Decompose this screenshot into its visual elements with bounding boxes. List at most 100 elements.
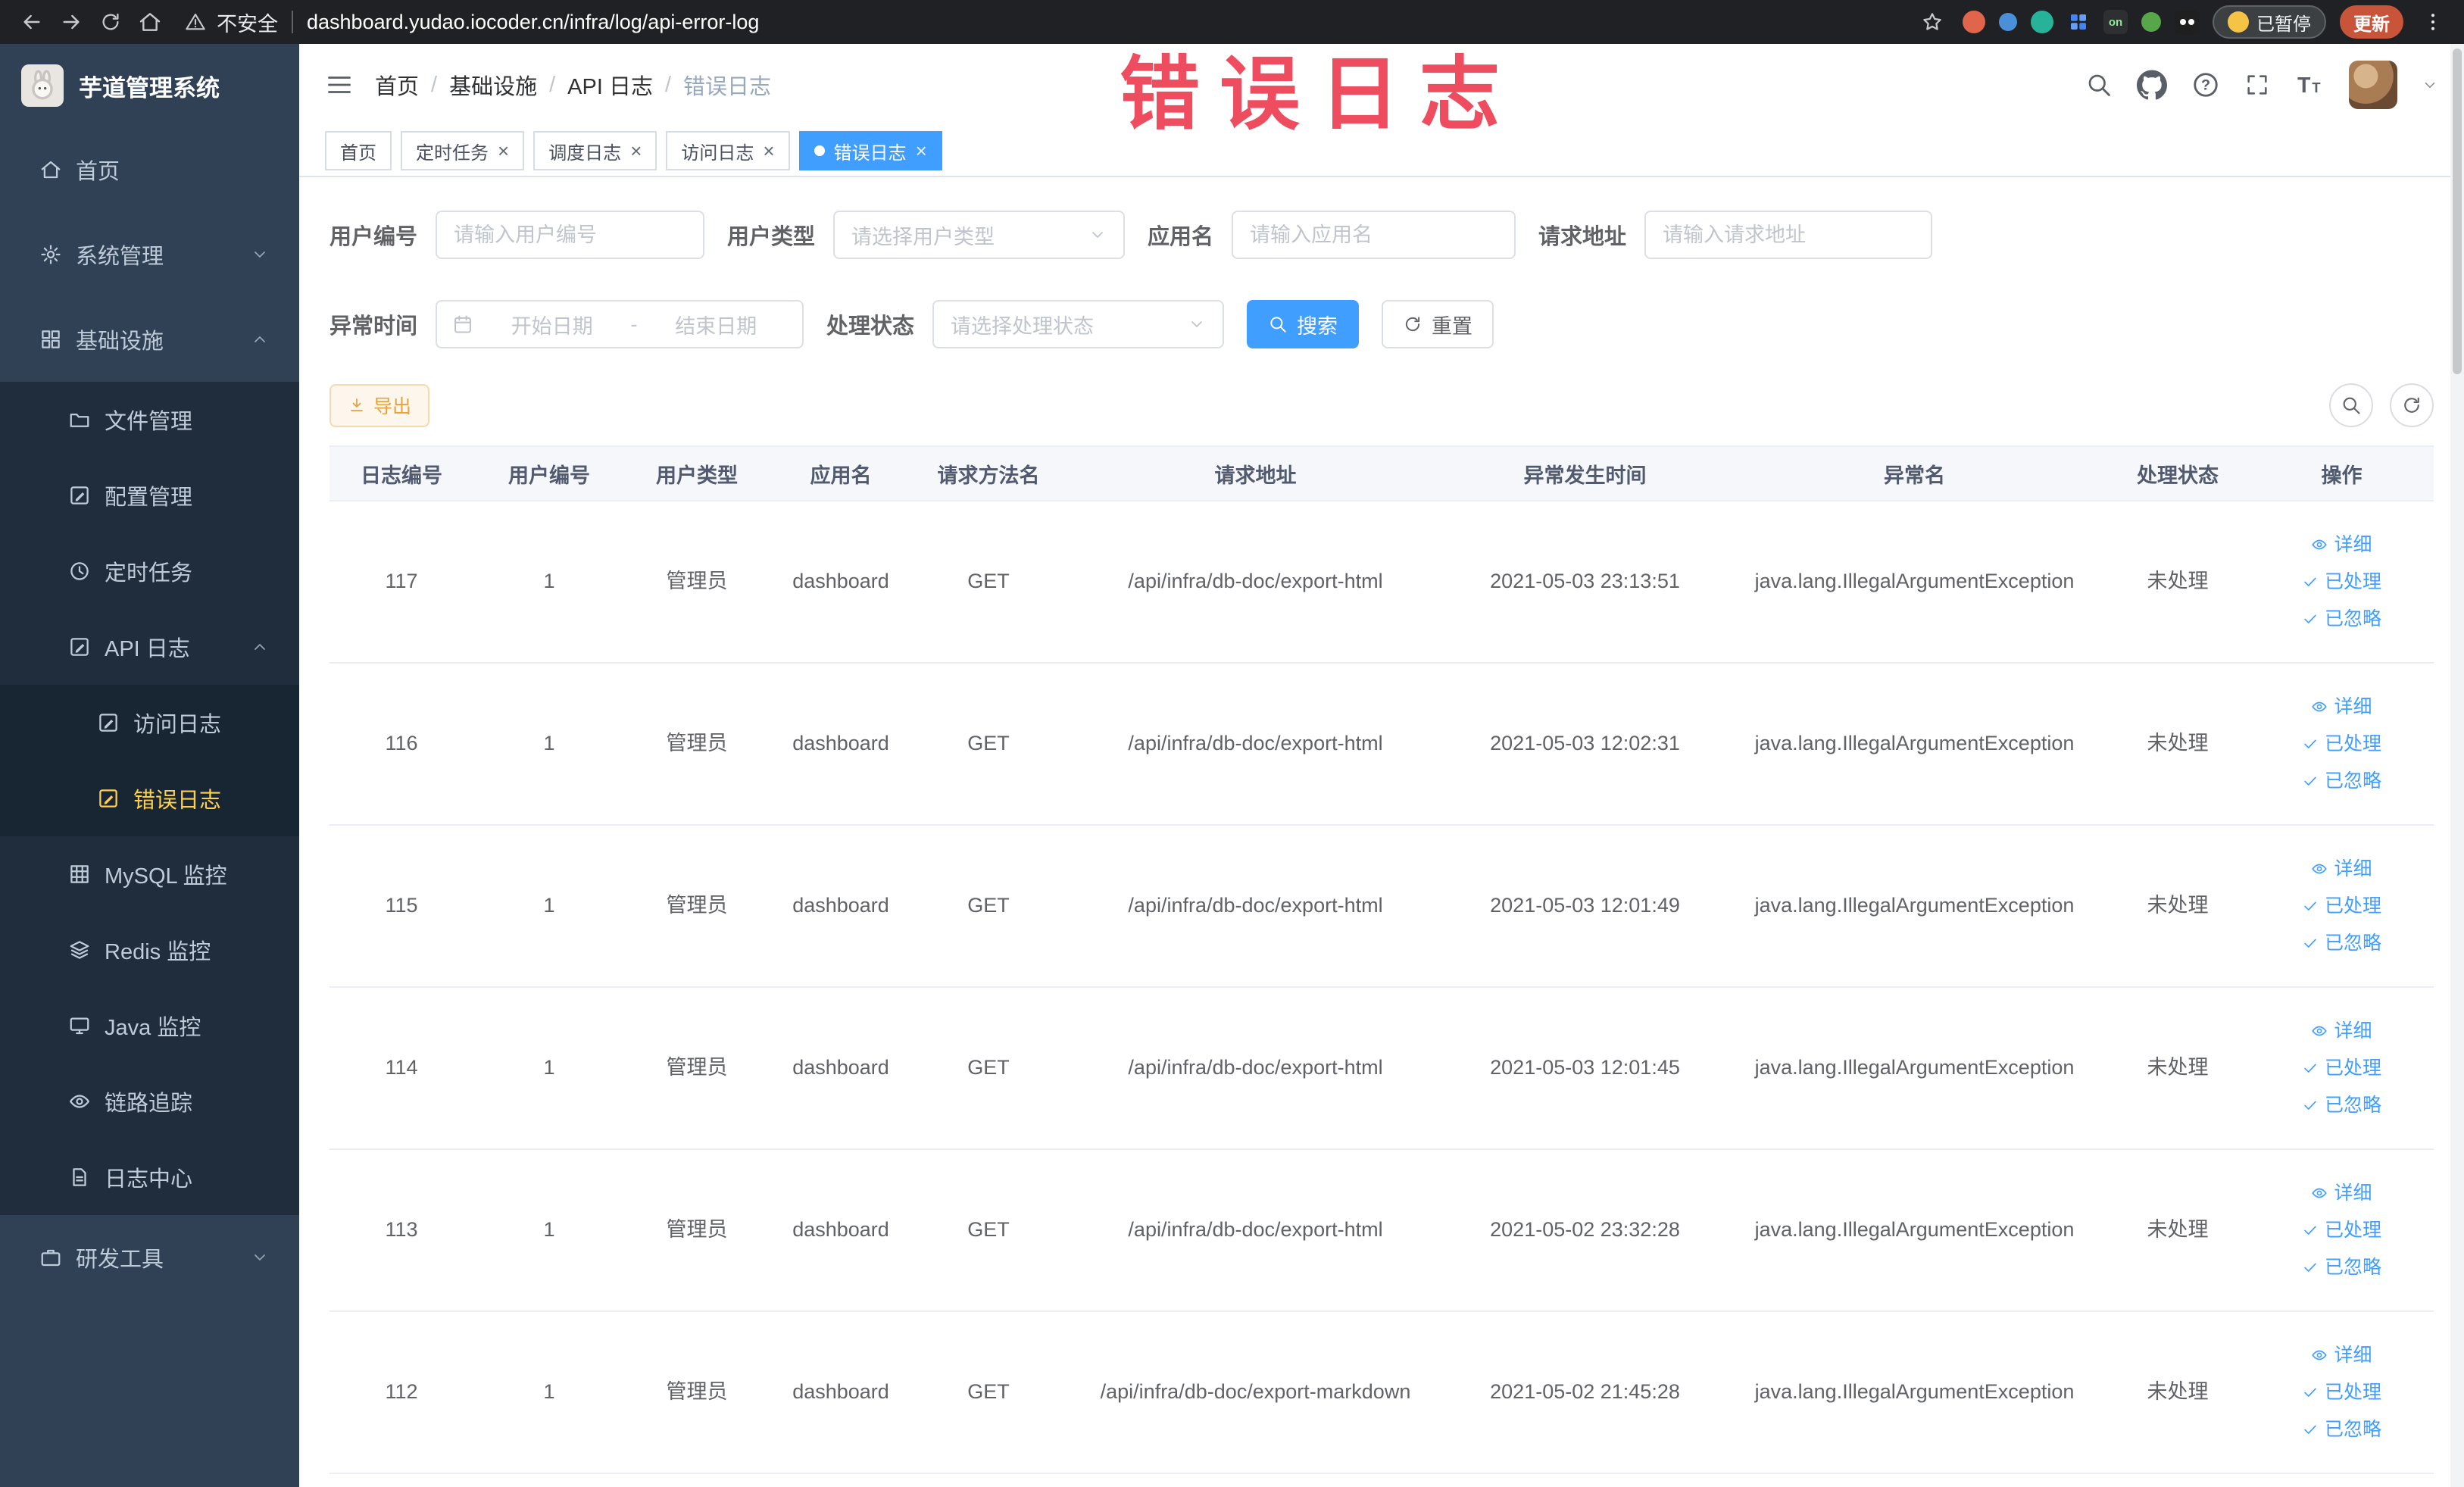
breadcrumb-item[interactable]: 首页 [375,69,419,101]
browser-update-button[interactable]: 更新 [2340,5,2403,39]
extension-icon[interactable] [2141,12,2161,32]
github-icon[interactable] [2137,70,2167,100]
action-ignored-link[interactable]: 已忽略 [2302,1092,2381,1119]
filter-user-type: 用户类型 请选择用户类型 [727,211,1126,259]
sidebar-item-config-management[interactable]: 配置管理 [0,458,299,533]
cell-user_id: 1 [543,1380,555,1404]
sidebar-item-infrastructure[interactable]: 基础设施 [0,297,299,382]
action-detail-link[interactable]: 详细 [2311,532,2372,558]
sidebar-item-file-management[interactable]: 文件管理 [0,382,299,458]
scrollbar-thumb[interactable] [2453,48,2462,374]
action-processed-link[interactable]: 已处理 [2302,1055,2381,1082]
extension-icon[interactable] [1999,13,2017,31]
sidebar-item-home[interactable]: 首页 [0,127,299,212]
action-detail-link[interactable]: 详细 [2311,694,2372,720]
extension-on-badge[interactable]: on [2103,10,2128,34]
home-icon [39,158,62,181]
app-logo[interactable]: 芋道管理系统 [0,44,299,127]
sidebar-item-error-log[interactable]: 错误日志 [0,761,299,836]
action-processed-link[interactable]: 已处理 [2302,731,2381,758]
action-processed-link[interactable]: 已处理 [2302,569,2381,595]
tab-scheduled-jobs[interactable]: 定时任务 × [401,131,525,170]
download-icon [348,396,366,414]
action-ignored-link[interactable]: 已忽略 [2302,930,2381,957]
user-avatar[interactable] [2349,61,2397,109]
action-detail-link[interactable]: 详细 [2311,1180,2372,1207]
help-icon[interactable]: ? [2191,70,2220,99]
action-ignored-link[interactable]: 已忽略 [2302,1417,2381,1443]
sidebar-item-mysql-monitor[interactable]: MySQL 监控 [0,836,299,912]
app-name-input[interactable] [1232,211,1516,259]
toggle-search-button[interactable] [2329,383,2373,427]
address-bar[interactable]: 不安全 dashboard.yudao.iocoder.cn/infra/log… [185,8,759,37]
export-button[interactable]: 导出 [329,383,430,427]
action-ignored-link[interactable]: 已忽略 [2302,1254,2381,1281]
breadcrumb-item[interactable]: API 日志 [567,69,653,101]
check-icon [2302,1421,2319,1438]
sidebar-item-system-management[interactable]: 系统管理 [0,212,299,297]
sidebar-item-label: 配置管理 [105,486,193,510]
exception-time-range-picker[interactable]: 开始日期 - 结束日期 [436,300,804,348]
tab-close-icon[interactable]: × [630,141,642,161]
tab-close-icon[interactable]: × [916,141,927,161]
column-header: 异常发生时间 [1523,464,1647,487]
forward-icon[interactable] [55,5,88,39]
action-detail-link[interactable]: 详细 [2311,1018,2372,1045]
tab-home[interactable]: 首页 [325,131,392,170]
font-size-icon[interactable]: TT [2294,70,2325,100]
main-area: 首页 / 基础设施 / API 日志 / 错误日志 ? TT 首页 定时任务 × 调度日志 × 访问日… [299,44,2464,1487]
sidebar-item-link-tracing[interactable]: 链路追踪 [0,1064,299,1139]
action-processed-link[interactable]: 已处理 [2302,893,2381,920]
tab-close-icon[interactable]: × [498,141,509,161]
user-type-select[interactable]: 请选择用户类型 [833,211,1126,259]
fullscreen-icon[interactable] [2244,72,2270,98]
extension-icon[interactable] [2175,10,2199,34]
sidebar-item-label: Redis 监控 [105,940,211,964]
action-processed-link[interactable]: 已处理 [2302,1379,2381,1406]
action-detail-link[interactable]: 详细 [2311,1342,2372,1369]
search-button[interactable]: 搜索 [1247,300,1360,348]
tab-close-icon[interactable]: × [763,141,774,161]
browser-home-icon[interactable] [133,5,167,39]
sidebar-item-api-logs[interactable]: API 日志 [0,609,299,685]
action-ignored-link[interactable]: 已忽略 [2302,768,2381,795]
action-ignored-link[interactable]: 已忽略 [2302,606,2381,633]
sidebar-collapse-icon[interactable] [325,70,354,99]
sidebar-item-log-center[interactable]: 日志中心 [0,1139,299,1215]
tab-access-log[interactable]: 访问日志 × [666,131,790,170]
process-status-select[interactable]: 请选择处理状态 [932,300,1225,348]
sidebar-item-java-monitor[interactable]: Java 监控 [0,988,299,1064]
extension-grid-icon[interactable] [2067,11,2090,33]
bookmark-star-icon[interactable] [1916,5,1949,39]
tab-schedule-log[interactable]: 调度日志 × [533,131,657,170]
sidebar-item-access-log[interactable]: 访问日志 [0,685,299,761]
sidebar-item-scheduled-jobs[interactable]: 定时任务 [0,533,299,609]
paused-extension-pill[interactable]: 已暂停 [2213,5,2326,39]
reset-button[interactable]: 重置 [1382,300,1494,348]
avatar-caret-down-icon[interactable] [2422,77,2438,93]
browser-menu-icon[interactable] [2417,11,2449,33]
back-icon[interactable] [15,5,48,39]
refresh-table-button[interactable] [2390,383,2434,427]
sidebar-item-redis-monitor[interactable]: Redis 监控 [0,912,299,988]
extension-icon[interactable] [1963,11,1985,33]
action-detail-link[interactable]: 详细 [2311,856,2372,883]
sidebar-item-dev-tools[interactable]: 研发工具 [0,1215,299,1300]
chevron-down-icon [251,245,269,264]
action-processed-link[interactable]: 已处理 [2302,1217,2381,1244]
search-icon[interactable] [2085,71,2113,98]
cell-method: GET [967,570,1010,593]
eye-icon [2311,1185,2328,1201]
request-url-input[interactable] [1644,211,1933,259]
reload-icon[interactable] [94,5,127,39]
breadcrumb-item[interactable]: 基础设施 [449,69,537,101]
tab-label: 定时任务 [416,142,489,164]
eye-icon [2311,1347,2328,1364]
app-name-label: 应用名 [1148,225,1214,249]
tab-error-log[interactable]: 错误日志 × [798,131,942,170]
user-id-input[interactable] [436,211,705,259]
extension-icon[interactable] [2031,11,2053,33]
cell-app: dashboard [792,1056,889,1079]
page-scrollbar[interactable] [2450,44,2464,1487]
filter-row-2: 异常时间 开始日期 - 结束日期 处理状态 请选择处理状态 搜索 重置 [329,300,2434,348]
